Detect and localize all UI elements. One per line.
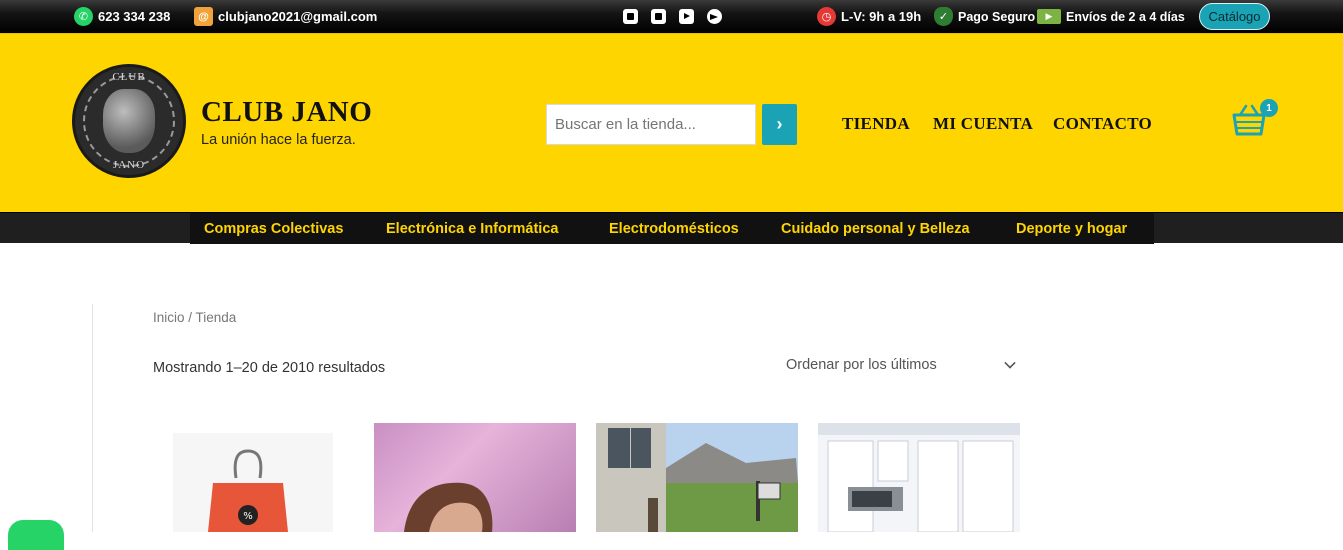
product-photo xyxy=(818,423,1020,532)
top-bar: ✆ 623 334 238 @ clubjano2021@gmail.com ◷… xyxy=(0,0,1343,33)
secure-payment-text: Pago Seguro xyxy=(958,9,1036,24)
chevron-down-icon xyxy=(1004,357,1016,369)
category-compras-colectivas[interactable]: Compras Colectivas xyxy=(204,221,343,237)
truck-icon: ▶ xyxy=(1037,9,1061,24)
product-photo xyxy=(404,482,493,532)
social-links xyxy=(623,9,722,24)
chevron-right-icon: › xyxy=(776,114,783,134)
cart-count-badge: 1 xyxy=(1260,99,1278,117)
category-cuidado-personal[interactable]: Cuidado personal y Belleza xyxy=(781,221,970,237)
shipping-info: ▶ Envíos de 2 a 4 días xyxy=(1037,6,1185,27)
opening-hours: ◷ L-V: 9h a 19h xyxy=(817,6,921,27)
price-tag-icon: % xyxy=(173,433,333,532)
hours-text: L-V: 9h a 19h xyxy=(841,9,922,24)
results-count: Mostrando 1–20 de 2010 resultados xyxy=(153,360,386,376)
clock-icon: ◷ xyxy=(817,7,836,26)
product-thumbnail[interactable] xyxy=(374,423,576,532)
category-deporte-hogar[interactable]: Deporte y hogar xyxy=(1016,221,1127,237)
product-thumbnail[interactable] xyxy=(596,423,798,532)
product-thumbnail[interactable] xyxy=(818,423,1020,532)
site-title[interactable]: CLUB JANO xyxy=(201,96,372,129)
product-thumbnail[interactable]: % xyxy=(153,423,355,532)
search-button[interactable]: › xyxy=(762,104,797,145)
site-header: CLUB JANO CLUB JANO La unión hace la fue… xyxy=(0,33,1343,212)
orderby-value: Ordenar por los últimos xyxy=(786,357,937,373)
sidebar-divider xyxy=(92,304,93,532)
svg-text:%: % xyxy=(243,511,253,522)
facebook-icon[interactable] xyxy=(651,9,666,24)
phone-number: 623 334 238 xyxy=(98,9,171,24)
telegram-icon[interactable] xyxy=(707,9,722,24)
category-menu: Compras Colectivas Electrónica e Informá… xyxy=(190,213,1154,244)
email-address: clubjano2021@gmail.com xyxy=(218,9,378,24)
phone-contact[interactable]: ✆ 623 334 238 xyxy=(74,6,170,27)
janus-head-icon xyxy=(103,89,155,153)
nav-tienda[interactable]: TIENDA xyxy=(842,114,910,134)
breadcrumb[interactable]: Inicio / Tienda xyxy=(153,310,236,325)
site-logo[interactable]: CLUB JANO xyxy=(72,64,186,178)
logo-text-top: CLUB xyxy=(112,71,146,83)
category-electronica[interactable]: Electrónica e Informática xyxy=(386,221,558,237)
category-electrodomesticos[interactable]: Electrodomésticos xyxy=(609,221,739,237)
orderby-select[interactable]: Ordenar por los últimos xyxy=(786,357,1018,377)
catalog-button[interactable]: Catálogo xyxy=(1199,3,1270,30)
product-photo xyxy=(596,423,798,532)
nav-contacto[interactable]: CONTACTO xyxy=(1053,114,1152,134)
nav-mi-cuenta[interactable]: MI CUENTA xyxy=(933,114,1033,134)
youtube-icon[interactable] xyxy=(679,9,694,24)
search-input[interactable] xyxy=(546,104,756,145)
email-icon: @ xyxy=(194,7,213,26)
category-bar: Compras Colectivas Electrónica e Informá… xyxy=(0,212,1343,244)
secure-payment: ✓ Pago Seguro xyxy=(934,6,1035,27)
logo-text-bottom: JANO xyxy=(112,159,146,171)
shipping-text: Envíos de 2 a 4 días xyxy=(1066,9,1185,24)
whatsapp-chat-button[interactable] xyxy=(8,520,64,550)
whatsapp-icon: ✆ xyxy=(74,7,93,26)
email-contact[interactable]: @ clubjano2021@gmail.com xyxy=(194,6,377,27)
shield-icon: ✓ xyxy=(934,7,953,26)
site-tagline: La unión hace la fuerza. xyxy=(201,132,356,148)
instagram-icon[interactable] xyxy=(623,9,638,24)
